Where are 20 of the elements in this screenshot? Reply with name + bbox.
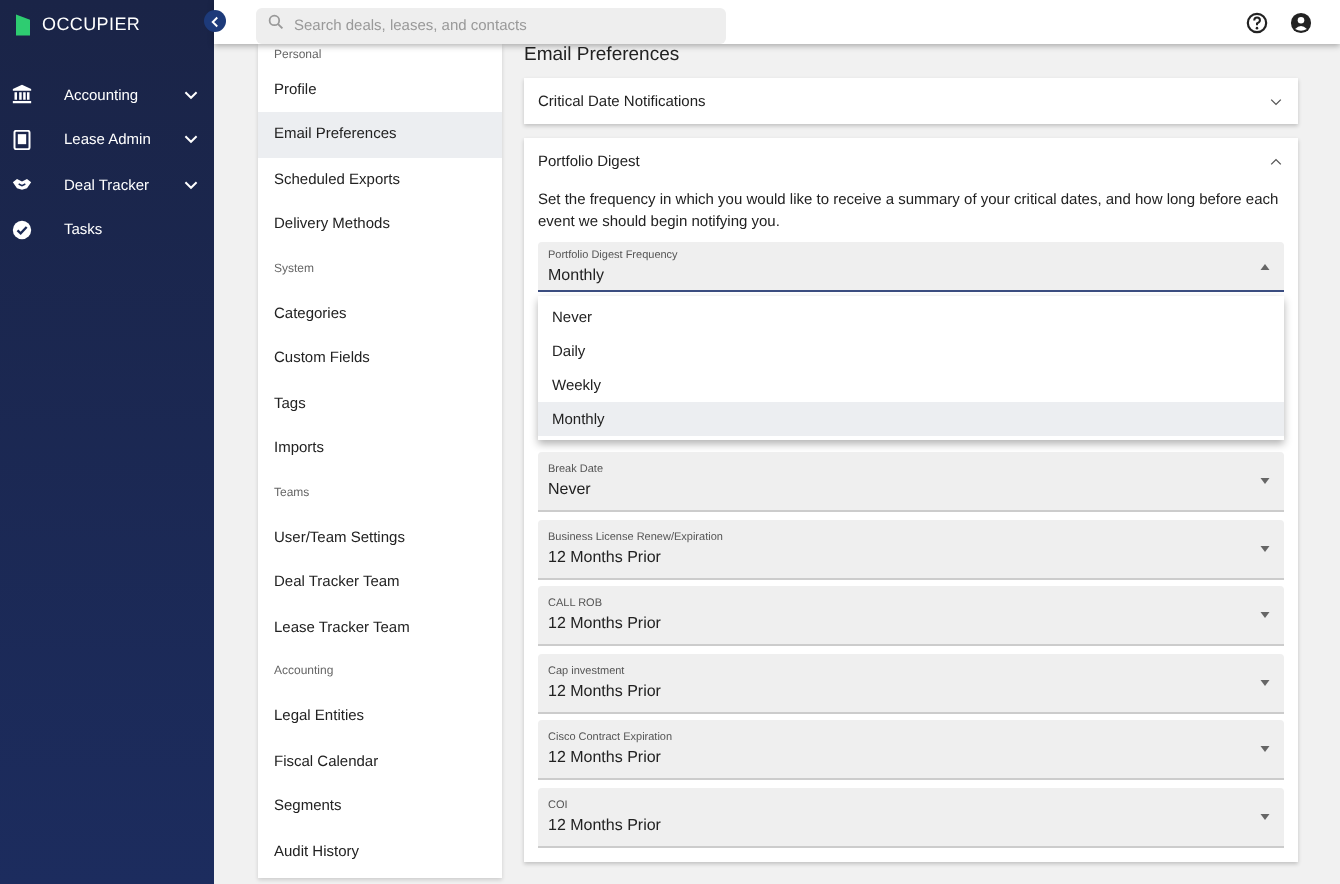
help-icon[interactable] [1246, 11, 1268, 33]
chevron-left-icon [210, 15, 220, 27]
chevron-up-icon [1270, 157, 1282, 165]
caret-down-icon [1260, 545, 1270, 551]
collapse-button[interactable] [204, 10, 226, 32]
document-icon [12, 129, 32, 150]
caret-down-icon [1260, 746, 1270, 752]
caret-down-icon [1260, 612, 1270, 618]
page-title: Email Preferences [524, 44, 682, 70]
caret-down-icon [1260, 813, 1270, 819]
check-circle-icon [12, 219, 32, 240]
brand-name: OCCUPIER [42, 14, 141, 34]
account-icon[interactable] [1290, 11, 1312, 33]
search-icon [268, 14, 284, 30]
logo-icon [16, 13, 30, 35]
chevron-down-icon [1270, 97, 1282, 105]
caret-down-icon [1260, 679, 1270, 685]
handshake-icon [12, 174, 32, 195]
caret-down-icon [1260, 478, 1270, 484]
bank-icon [12, 84, 32, 105]
